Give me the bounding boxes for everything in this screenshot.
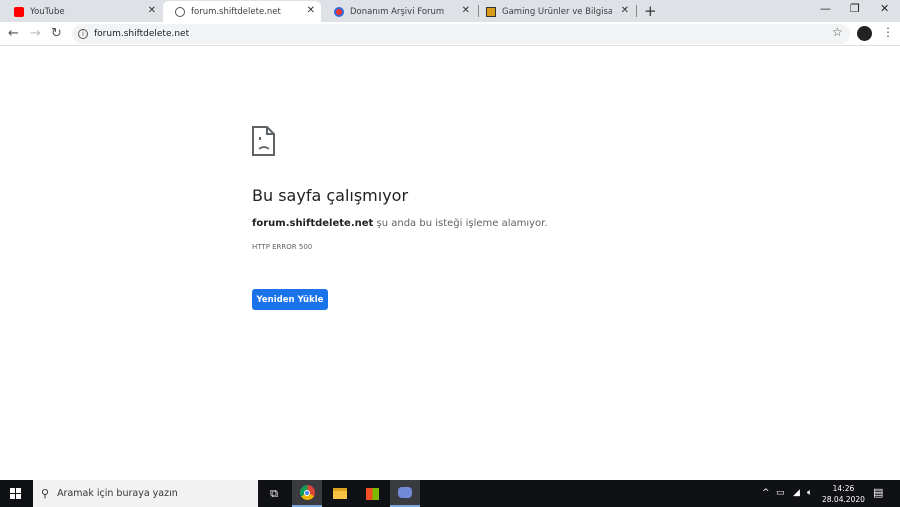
- task-view-icon[interactable]: ⧉: [259, 480, 289, 507]
- back-button[interactable]: ←: [8, 26, 19, 41]
- error-message: forum.shiftdelete.net şu anda bu isteği …: [252, 218, 548, 229]
- show-hidden-icons[interactable]: ^: [762, 488, 770, 498]
- time: 14:26: [832, 484, 855, 493]
- error-code: HTTP ERROR 500: [252, 243, 313, 251]
- close-icon[interactable]: ✕: [620, 5, 629, 16]
- chrome-icon[interactable]: [292, 480, 322, 507]
- error-text: şu anda bu isteği işleme alamıyor.: [373, 218, 548, 229]
- new-tab-button[interactable]: +: [644, 2, 657, 20]
- minimize-button[interactable]: —: [820, 2, 831, 15]
- tab-youtube[interactable]: YouTube ✕: [2, 1, 162, 22]
- taskbar-search[interactable]: ⚲ Aramak için buraya yazın: [33, 480, 258, 507]
- close-icon[interactable]: ✕: [307, 5, 315, 16]
- profile-avatar[interactable]: [857, 26, 872, 41]
- tab-title: Donanım Arşivi Forum: [350, 6, 445, 17]
- tab-title: YouTube: [30, 6, 65, 17]
- store-icon[interactable]: [357, 480, 387, 507]
- toolbar: ← → ↻ i forum.shiftdelete.net ☆ ⋮: [0, 22, 900, 46]
- close-icon[interactable]: ✕: [148, 5, 156, 16]
- url-text: forum.shiftdelete.net: [94, 29, 190, 39]
- menu-icon[interactable]: ⋮: [882, 25, 894, 39]
- taskbar: ⚲ Aramak için buraya yazın ⧉ ^ ▭ ◢ 🔈︎ 14…: [0, 480, 900, 507]
- error-host: forum.shiftdelete.net: [252, 218, 374, 229]
- gaming-site-icon: [486, 6, 496, 17]
- file-explorer-icon[interactable]: [325, 480, 355, 507]
- search-placeholder: Aramak için buraya yazın: [57, 488, 178, 499]
- restore-button[interactable]: ❐: [850, 2, 860, 15]
- clock[interactable]: 14:26 28.04.2020: [822, 483, 865, 505]
- wifi-icon[interactable]: ◢: [793, 488, 800, 498]
- sad-page-icon: [252, 126, 276, 160]
- battery-icon[interactable]: ▭: [776, 488, 785, 498]
- reload-icon[interactable]: ↻: [51, 26, 62, 41]
- donanim-arsivi-icon: [334, 6, 344, 17]
- notifications-icon[interactable]: ▤: [873, 486, 883, 499]
- info-icon[interactable]: i: [78, 29, 88, 39]
- forward-button[interactable]: →: [30, 26, 41, 41]
- bookmark-star-icon[interactable]: ☆: [832, 25, 843, 39]
- error-title: Bu sayfa çalışmıyor: [252, 186, 409, 205]
- close-window-button[interactable]: ✕: [880, 2, 889, 15]
- discord-icon[interactable]: [390, 480, 420, 507]
- volume-icon[interactable]: 🔈︎: [807, 488, 812, 498]
- tab-gaming[interactable]: Gaming Ürünler ve Bilgisayar Bile ✕: [479, 1, 635, 22]
- tab-title: Gaming Ürünler ve Bilgisayar Bile: [502, 6, 612, 17]
- tab-shiftdelete[interactable]: forum.shiftdelete.net ✕: [163, 1, 321, 22]
- address-bar[interactable]: i forum.shiftdelete.net: [72, 24, 850, 44]
- tab-donanim-arsivi[interactable]: Donanım Arşivi Forum ✕: [322, 1, 476, 22]
- search-icon: ⚲: [41, 487, 50, 500]
- date: 28.04.2020: [822, 495, 865, 504]
- youtube-icon: [14, 6, 24, 17]
- tab-strip: YouTube ✕ forum.shiftdelete.net ✕ Donanı…: [0, 0, 900, 22]
- windows-start-icon[interactable]: [0, 480, 30, 507]
- close-icon[interactable]: ✕: [462, 5, 470, 16]
- globe-icon: [175, 6, 185, 17]
- tab-title: forum.shiftdelete.net: [191, 6, 281, 17]
- tab-divider: [636, 5, 637, 17]
- reload-button[interactable]: Yeniden Yükle: [252, 289, 328, 310]
